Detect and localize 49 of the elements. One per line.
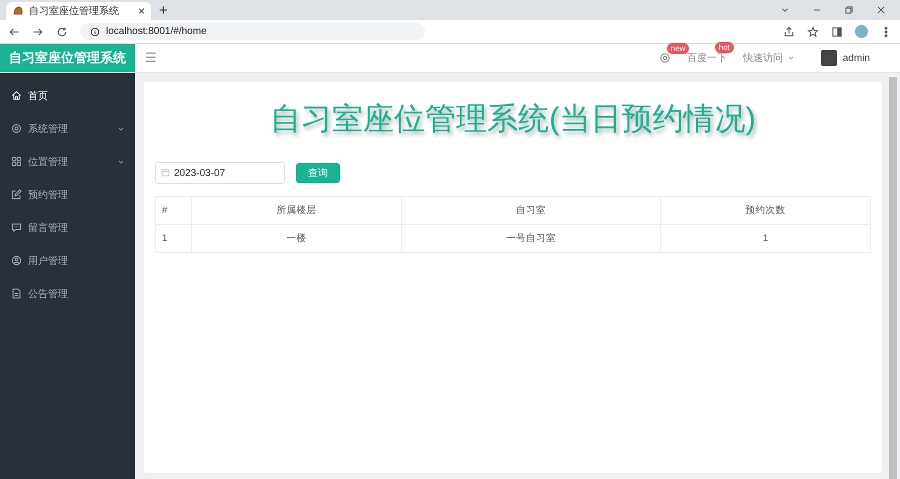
restore-icon [844, 5, 854, 15]
profile-avatar[interactable] [855, 25, 868, 38]
sidebar-item[interactable]: 用户管理 [0, 244, 135, 277]
table-cell: 1 [156, 224, 192, 252]
column-header: 所属楼层 [192, 196, 402, 224]
sidebar-item[interactable]: 首页 [0, 79, 135, 112]
chat-icon [11, 222, 22, 233]
table-cell: 一楼 [192, 224, 402, 252]
new-tab-button[interactable]: + [159, 2, 168, 18]
edit-icon [11, 189, 22, 200]
chevron-down-icon [786, 54, 795, 62]
table-cell: 一号自习室 [402, 224, 660, 252]
app-logo: 自习室座位管理系统 [0, 44, 135, 72]
share-icon [783, 26, 795, 38]
settings-icon [658, 52, 671, 64]
date-field[interactable]: 2023-03-07 [155, 162, 285, 184]
tab-close-button[interactable]: × [138, 4, 145, 18]
sidebar-item[interactable]: 位置管理 [0, 145, 135, 178]
gear-icon [11, 123, 22, 134]
calendar-icon [161, 168, 170, 177]
tab-title: 自习室座位管理系统 [29, 4, 120, 18]
browser-tab[interactable]: 自习室座位管理系统 × [6, 2, 151, 20]
sidebar-item[interactable]: 系统管理 [0, 112, 135, 145]
star-icon [807, 26, 819, 38]
table-cell: 1 [660, 224, 870, 252]
grid-icon [11, 156, 22, 167]
column-header: # [156, 196, 192, 224]
info-icon [90, 26, 100, 36]
side-panel-icon [831, 26, 843, 38]
quick-access-menu[interactable]: 快速访问 [742, 51, 783, 65]
home-icon [11, 90, 22, 101]
avatar-placeholder [820, 50, 837, 66]
favicon-icon [12, 5, 24, 17]
page-title: 自习室座位管理系统(当日预约情况) [269, 100, 757, 138]
header-link[interactable]: 百度一下 [686, 51, 727, 65]
user-icon [11, 255, 22, 266]
user-name[interactable]: admin [842, 52, 870, 64]
sidebar-item[interactable]: 预约管理 [0, 178, 135, 211]
sidebar-item[interactable]: 公告管理 [0, 277, 135, 310]
reload-icon [56, 26, 68, 38]
scrollbar[interactable] [889, 77, 897, 479]
document-icon [11, 288, 22, 299]
notification-badge: new [666, 43, 690, 54]
notification-badge: hot [714, 42, 734, 53]
close-icon [876, 5, 886, 15]
column-header: 预约次数 [660, 196, 870, 224]
sidebar-item[interactable]: 留言管理 [0, 211, 135, 244]
address-bar[interactable]: localhost:8001/#/home [80, 23, 424, 40]
column-header: 自习室 [402, 196, 660, 224]
